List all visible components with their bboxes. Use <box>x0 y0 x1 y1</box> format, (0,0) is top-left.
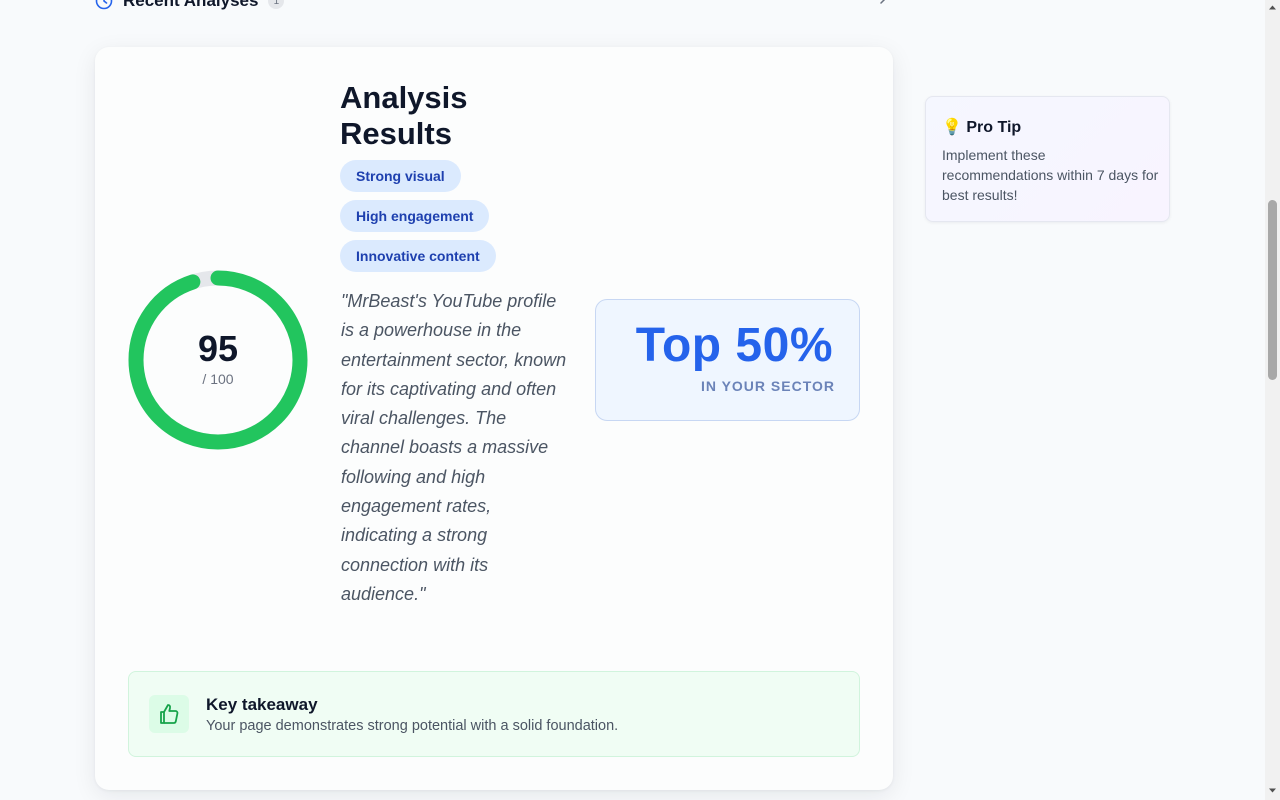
score-max: / 100 <box>202 371 234 387</box>
sector-rank-box: Top 50% IN YOUR SECTOR <box>595 299 860 421</box>
thumbs-up-icon <box>149 695 189 733</box>
clock-icon <box>95 0 113 10</box>
tag-strong-visual: Strong visual <box>340 160 461 192</box>
analysis-summary-quote: "MrBeast's YouTube profile is a powerhou… <box>341 291 567 604</box>
score-value: 95 <box>197 328 239 369</box>
chevron-right-icon[interactable] <box>876 0 890 6</box>
tag-high-engagement: High engagement <box>340 200 490 232</box>
pro-tip-heading: Pro Tip <box>966 119 1022 136</box>
analysis-card: 95 / 100 Analysis Results Strong visual … <box>95 47 893 790</box>
tag-innovative-content: Innovative content <box>340 240 496 272</box>
pro-tip-text: Implement these recommendations within 7… <box>942 147 1159 203</box>
sector-rank-caption: IN YOUR SECTOR <box>700 378 835 394</box>
scrollbar-thumb[interactable] <box>1268 200 1277 380</box>
page-scrollbar[interactable] <box>1265 0 1280 800</box>
lightbulb-icon: 💡 <box>942 119 962 136</box>
sector-rank-value: Top 50% <box>635 319 833 372</box>
key-takeaway-title: Key takeaway <box>206 695 318 714</box>
score-ring: 95 / 100 <box>128 270 308 450</box>
pro-tip-title: 💡 Pro Tip <box>942 117 1021 137</box>
scroll-down-arrow-icon[interactable] <box>1268 786 1277 795</box>
pro-tip-card: 💡 Pro Tip Implement these recommendation… <box>925 96 1170 222</box>
key-takeaway-text: Your page demonstrates strong potential … <box>206 718 619 734</box>
key-takeaway: Key takeaway Your page demonstrates stro… <box>128 671 860 757</box>
recent-count-badge: 1 <box>268 0 285 9</box>
recent-analyses-header[interactable]: Recent Analyses 1 <box>95 0 890 12</box>
scroll-up-arrow-icon[interactable] <box>1268 3 1277 12</box>
page-title: Analysis Results <box>340 80 468 151</box>
recent-analyses-title: Recent Analyses <box>123 0 259 10</box>
